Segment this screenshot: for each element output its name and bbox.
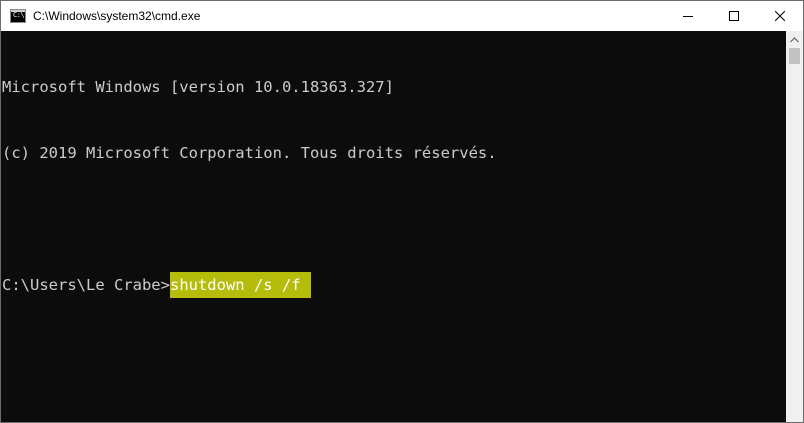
- minimize-button[interactable]: [665, 1, 711, 31]
- chevron-up-icon: [790, 36, 799, 42]
- cmd-icon[interactable]: C:\: [10, 9, 26, 23]
- console-line: Microsoft Windows [version 10.0.18363.32…: [2, 78, 394, 96]
- window-title: C:\Windows\system32\cmd.exe: [33, 9, 201, 23]
- minimize-icon: [683, 16, 693, 17]
- prompt-line: C:\Users\Le Crabe>shutdown /s /f: [1, 272, 786, 298]
- command-prompt: C:\Users\Le Crabe>: [2, 276, 170, 294]
- cmd-icon-text: C:\: [13, 11, 25, 19]
- scroll-thumb[interactable]: [789, 48, 800, 64]
- selected-command[interactable]: shutdown /s /f: [169, 272, 311, 298]
- scroll-up-button[interactable]: [786, 31, 803, 48]
- title-bar[interactable]: C:\ C:\Windows\system32\cmd.exe: [1, 1, 803, 31]
- console-window: C:\ C:\Windows\system32\cmd.exe Microsof…: [0, 0, 804, 423]
- maximize-icon: [729, 11, 739, 21]
- maximize-button[interactable]: [711, 1, 757, 31]
- vertical-scrollbar[interactable]: [786, 31, 803, 422]
- close-button[interactable]: [757, 1, 803, 31]
- close-icon: [775, 11, 785, 21]
- console-line: (c) 2019 Microsoft Corporation. Tous dro…: [2, 144, 497, 162]
- console-output[interactable]: Microsoft Windows [version 10.0.18363.32…: [1, 31, 786, 422]
